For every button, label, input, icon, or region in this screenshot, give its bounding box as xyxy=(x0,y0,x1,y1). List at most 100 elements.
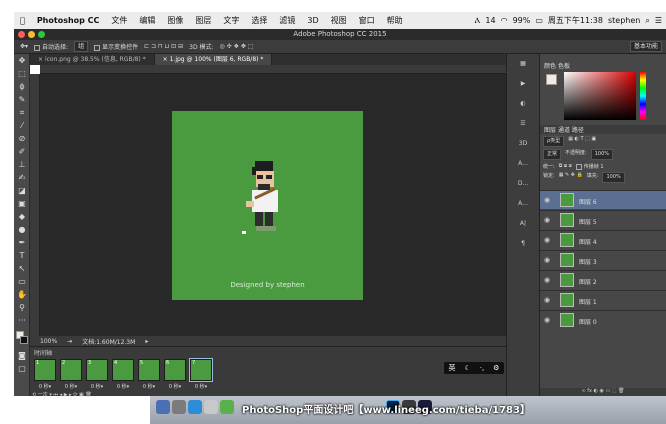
menu-image[interactable]: 图像 xyxy=(161,15,189,26)
layer-name[interactable]: 图层 3 xyxy=(579,257,597,266)
tab-paths[interactable]: 路径 xyxy=(572,127,584,134)
menu-layer[interactable]: 图层 xyxy=(189,15,217,26)
frame-delay[interactable]: 0 秒▾ xyxy=(84,383,110,390)
panel-a1[interactable]: A... xyxy=(507,154,539,174)
layer-name[interactable]: 图层 4 xyxy=(579,237,597,246)
wifi-icon[interactable]: ◠ xyxy=(501,16,508,25)
properties-panel-icon[interactable]: ☰ xyxy=(507,114,539,134)
layer-row-2[interactable]: ◉ 图层 2 xyxy=(540,270,666,289)
close-window-button[interactable] xyxy=(18,31,25,38)
menu-filter[interactable]: 滤镜 xyxy=(273,15,301,26)
fill-field[interactable]: 100% xyxy=(602,172,625,183)
timeline-frame[interactable]: 1 xyxy=(34,359,56,381)
gear-icon[interactable]: ⚙ xyxy=(493,364,499,372)
layer-row-4[interactable]: ◉ 图层 4 xyxy=(540,230,666,249)
visibility-eye-icon[interactable]: ◉ xyxy=(544,316,550,324)
filter-icons[interactable]: ▦ ◐ T ⬚ ▣ xyxy=(568,136,596,147)
visibility-eye-icon[interactable]: ◉ xyxy=(544,216,550,224)
menu-3d[interactable]: 3D xyxy=(301,16,324,25)
battery-icon[interactable]: ▭ xyxy=(535,16,543,25)
frame-delay[interactable]: 0 秒▾ xyxy=(58,383,84,390)
timeline-frame[interactable]: 2 xyxy=(60,359,82,381)
color-swatches[interactable] xyxy=(14,327,29,349)
punctuation-icon[interactable]: ·, xyxy=(480,364,484,372)
menu-select[interactable]: 选择 xyxy=(245,15,273,26)
marquee-tool-icon[interactable]: ⬚ xyxy=(14,67,30,80)
tab-color[interactable]: 颜色 xyxy=(544,63,556,70)
messages-icon[interactable] xyxy=(220,400,234,414)
screen-mode-icon[interactable]: ▢ xyxy=(14,362,30,375)
more-tools-icon[interactable]: ··· xyxy=(14,314,30,327)
panel-foreground-swatch[interactable] xyxy=(546,74,557,85)
tab-icon-png[interactable]: × icon.png @ 38.5% (信息, RGB/8) * xyxy=(30,54,155,65)
layer-name[interactable]: 图层 6 xyxy=(579,197,597,206)
brush-tool-icon[interactable]: ✐ xyxy=(14,145,30,158)
moon-icon[interactable]: ☾ xyxy=(464,364,470,372)
horizontal-ruler[interactable] xyxy=(40,65,506,74)
quick-select-tool-icon[interactable]: ✎ xyxy=(14,93,30,106)
minimize-window-button[interactable] xyxy=(28,31,35,38)
move-tool-icon[interactable]: ✥▾ xyxy=(20,43,28,50)
menu-edit[interactable]: 编辑 xyxy=(133,15,161,26)
color-picker-field[interactable] xyxy=(564,72,636,120)
hand-tool-icon[interactable]: ✋ xyxy=(14,288,30,301)
document-canvas[interactable]: Designed by stephen xyxy=(172,111,363,300)
menu-window[interactable]: 窗口 xyxy=(353,15,381,26)
user-name[interactable]: stephen xyxy=(608,16,640,25)
stamp-tool-icon[interactable]: ⊥ xyxy=(14,158,30,171)
align-icons[interactable]: ⊏ ⊐ ⊓ ⊔ ⊡ ⊟ xyxy=(144,43,183,50)
menu-file[interactable]: 文件 xyxy=(105,15,133,26)
show-transform-checkbox[interactable]: 显示变换控件 xyxy=(94,42,138,51)
adobe-icon[interactable]: Ⲁ xyxy=(475,16,481,26)
paragraph-panel-icon[interactable]: ¶ xyxy=(507,234,539,254)
timeline-frame-selected[interactable]: 7 xyxy=(189,358,213,382)
frame-delay[interactable]: 0 秒▾ xyxy=(110,383,136,390)
actions-panel-icon[interactable]: ▶ xyxy=(507,74,539,94)
frame-delay[interactable]: 0 秒▾ xyxy=(162,383,188,390)
propagate-checkbox[interactable]: 传播帧 1 xyxy=(575,163,604,170)
layer-row-1[interactable]: ◉ 图层 1 xyxy=(540,290,666,309)
layer-filter-dropdown[interactable]: ρ类型 xyxy=(543,136,565,147)
timeline-frame[interactable]: 6 xyxy=(164,359,186,381)
lock-icons[interactable]: ▦ ✎ ✥ 🔒 xyxy=(559,172,583,183)
safari-icon[interactable] xyxy=(188,400,202,414)
clock[interactable]: 周五下午11:38 xyxy=(548,15,603,26)
pen-tool-icon[interactable]: ✒ xyxy=(14,236,30,249)
layers-footer-icons[interactable]: ∞ fx ◐ ◉ ▭ ⬚ 🗑 xyxy=(540,388,666,396)
eyedropper-tool-icon[interactable]: ⁄ xyxy=(14,119,30,132)
tab-1-jpg[interactable]: × 1.jpg @ 100% (图层 6, RGB/8) * xyxy=(154,54,273,65)
layer-row-3[interactable]: ◉ 图层 3 xyxy=(540,250,666,269)
auto-select-dropdown[interactable]: 组 xyxy=(74,41,89,52)
layer-name[interactable]: 图层 1 xyxy=(579,297,597,306)
loop-icon[interactable]: ⟲ xyxy=(32,392,36,398)
crop-tool-icon[interactable]: ⌗ xyxy=(14,106,30,119)
3d-mode-icons[interactable]: ◎ ✣ ❖ ✥ ⬚ xyxy=(220,43,254,50)
opacity-field[interactable]: 100% xyxy=(590,149,613,160)
layer-name[interactable]: 图层 2 xyxy=(579,277,597,286)
export-icon[interactable]: ⇥ xyxy=(67,338,72,345)
panel-a2[interactable]: A... xyxy=(507,194,539,214)
tab-layers[interactable]: 图层 xyxy=(544,127,556,134)
visibility-eye-icon[interactable]: ◉ xyxy=(544,296,550,304)
tab-channels[interactable]: 通道 xyxy=(558,127,570,134)
shape-tool-icon[interactable]: ▭ xyxy=(14,275,30,288)
quick-mask-icon[interactable]: ◙ xyxy=(14,349,30,362)
panel-3d[interactable]: 3D xyxy=(507,134,539,154)
adjustments-panel-icon[interactable]: ◐ xyxy=(507,94,539,114)
move-tool-icon[interactable]: ✥ xyxy=(14,54,30,67)
vertical-ruler[interactable] xyxy=(30,74,40,336)
apple-icon[interactable]:  xyxy=(14,16,31,25)
panel-d[interactable]: D... xyxy=(507,174,539,194)
timeline-frame[interactable]: 4 xyxy=(112,359,134,381)
layer-name[interactable]: 图层 0 xyxy=(579,317,597,326)
timeline-frame[interactable]: 3 xyxy=(86,359,108,381)
menu-help[interactable]: 帮助 xyxy=(381,15,409,26)
mail-icon[interactable] xyxy=(204,400,218,414)
hue-slider[interactable] xyxy=(640,72,646,120)
layer-row-5[interactable]: ◉ 图层 5 xyxy=(540,210,666,229)
layer-row-0[interactable]: ◉ 图层 0 xyxy=(540,310,666,329)
frame-delay[interactable]: 0 秒▾ xyxy=(32,383,58,390)
character-panel-icon[interactable]: A| xyxy=(507,214,539,234)
blur-tool-icon[interactable]: ◆ xyxy=(14,210,30,223)
zoom-level[interactable]: 100% xyxy=(40,338,57,345)
